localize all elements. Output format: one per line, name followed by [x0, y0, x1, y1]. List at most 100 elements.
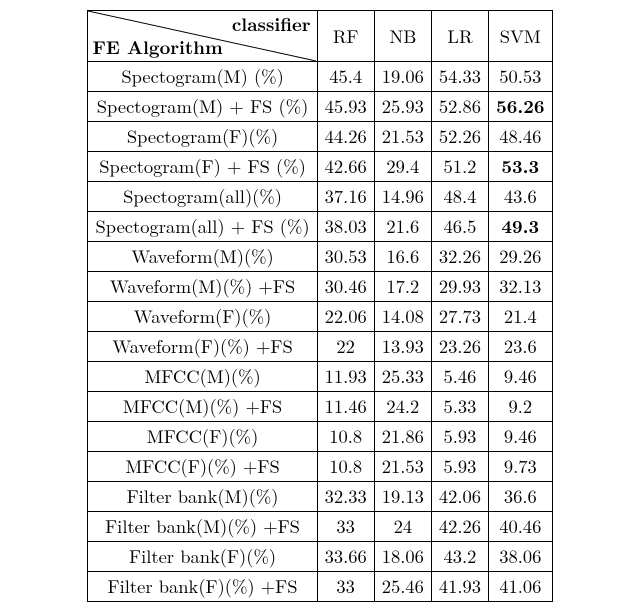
- cell: 22: [317, 332, 374, 362]
- cell: 54.33: [431, 62, 488, 92]
- row-label: Waveform(F)(%) +FS: [88, 332, 317, 362]
- cell: 32.26: [431, 242, 488, 272]
- cell: 42.66: [317, 152, 374, 182]
- cell: 23.26: [431, 332, 488, 362]
- cell: 11.93: [317, 362, 374, 392]
- row-label: Filter bank(M)(%): [88, 482, 317, 512]
- corner-header: classifier FE Algorithm: [88, 11, 317, 62]
- cell: 21.4: [489, 302, 552, 332]
- row-label: MFCC(F)(%): [88, 422, 317, 452]
- cell: 41.93: [431, 572, 488, 602]
- row-label: Spectogram(all) + FS (%): [88, 212, 317, 242]
- cell: 9.46: [489, 422, 552, 452]
- cell: 30.53: [317, 242, 374, 272]
- cell: 25.33: [374, 362, 431, 392]
- cell: 38.06: [489, 542, 552, 572]
- cell: 10.8: [317, 452, 374, 482]
- table-row: Spectogram(F)(%)44.2621.5352.2648.46: [88, 122, 552, 152]
- cell: 11.46: [317, 392, 374, 422]
- header-classifier: classifier: [232, 11, 311, 37]
- cell: 33: [317, 572, 374, 602]
- cell: 16.6: [374, 242, 431, 272]
- table-row: Spectogram(all) + FS (%)38.0321.646.549.…: [88, 212, 552, 242]
- results-table: classifier FE Algorithm RF NB LR SVM Spe…: [87, 10, 552, 602]
- cell: 48.4: [431, 182, 488, 212]
- col-header: SVM: [489, 11, 552, 62]
- col-header: NB: [374, 11, 431, 62]
- cell: 38.03: [317, 212, 374, 242]
- cell: 50.53: [489, 62, 552, 92]
- cell: 21.53: [374, 122, 431, 152]
- table-row: Spectogram(M) + FS (%)45.9325.9352.8656.…: [88, 92, 552, 122]
- cell: 5.93: [431, 452, 488, 482]
- header-row: classifier FE Algorithm RF NB LR SVM: [88, 11, 552, 62]
- cell: 32.13: [489, 272, 552, 302]
- row-label: MFCC(M)(%) +FS: [88, 392, 317, 422]
- cell: 22.06: [317, 302, 374, 332]
- table-row: Spectogram(all)(%)37.1614.9648.443.6: [88, 182, 552, 212]
- cell: 32.33: [317, 482, 374, 512]
- row-label: MFCC(F)(%) +FS: [88, 452, 317, 482]
- cell: 17.2: [374, 272, 431, 302]
- cell: 37.16: [317, 182, 374, 212]
- col-header: RF: [317, 11, 374, 62]
- cell: 51.2: [431, 152, 488, 182]
- row-label: Waveform(F)(%): [88, 302, 317, 332]
- table-row: Waveform(M)(%) +FS30.4617.229.9332.13: [88, 272, 552, 302]
- cell: 53.3: [489, 152, 552, 182]
- cell: 9.73: [489, 452, 552, 482]
- row-label: Spectogram(all)(%): [88, 182, 317, 212]
- cell: 5.93: [431, 422, 488, 452]
- cell: 25.93: [374, 92, 431, 122]
- cell: 21.6: [374, 212, 431, 242]
- row-label: Spectogram(M) + FS (%): [88, 92, 317, 122]
- cell: 5.33: [431, 392, 488, 422]
- table-row: Filter bank(F)(%) +FS3325.4641.9341.06: [88, 572, 552, 602]
- table-row: Waveform(F)(%)22.0614.0827.7321.4: [88, 302, 552, 332]
- cell: 19.06: [374, 62, 431, 92]
- row-label: Filter bank(F)(%): [88, 542, 317, 572]
- cell: 33: [317, 512, 374, 542]
- row-label: Spectogram(F) + FS (%): [88, 152, 317, 182]
- cell: 56.26: [489, 92, 552, 122]
- cell: 41.06: [489, 572, 552, 602]
- cell: 21.53: [374, 452, 431, 482]
- cell: 14.96: [374, 182, 431, 212]
- row-label: MFCC(M)(%): [88, 362, 317, 392]
- cell: 27.73: [431, 302, 488, 332]
- cell: 5.46: [431, 362, 488, 392]
- cell: 29.26: [489, 242, 552, 272]
- cell: 33.66: [317, 542, 374, 572]
- cell: 29.93: [431, 272, 488, 302]
- cell: 29.4: [374, 152, 431, 182]
- cell: 40.46: [489, 512, 552, 542]
- col-header: LR: [431, 11, 488, 62]
- cell: 45.93: [317, 92, 374, 122]
- header-fe-algorithm: FE Algorithm: [92, 34, 222, 60]
- table-row: Filter bank(M)(%)32.3319.1342.0636.6: [88, 482, 552, 512]
- cell: 30.46: [317, 272, 374, 302]
- row-label: Filter bank(F)(%) +FS: [88, 572, 317, 602]
- cell: 48.46: [489, 122, 552, 152]
- cell: 49.3: [489, 212, 552, 242]
- cell: 24: [374, 512, 431, 542]
- row-label: Spectogram(M) (%): [88, 62, 317, 92]
- row-label: Waveform(M)(%) +FS: [88, 272, 317, 302]
- cell: 14.08: [374, 302, 431, 332]
- cell: 43.2: [431, 542, 488, 572]
- cell: 43.6: [489, 182, 552, 212]
- cell: 25.46: [374, 572, 431, 602]
- row-label: Filter bank(M)(%) +FS: [88, 512, 317, 542]
- cell: 19.13: [374, 482, 431, 512]
- table-row: Waveform(M)(%)30.5316.632.2629.26: [88, 242, 552, 272]
- cell: 52.86: [431, 92, 488, 122]
- cell: 24.2: [374, 392, 431, 422]
- cell: 18.06: [374, 542, 431, 572]
- cell: 52.26: [431, 122, 488, 152]
- table-row: Filter bank(F)(%)33.6618.0643.238.06: [88, 542, 552, 572]
- cell: 9.2: [489, 392, 552, 422]
- table-row: Filter bank(M)(%) +FS332442.2640.46: [88, 512, 552, 542]
- table-row: MFCC(F)(%) +FS10.821.535.939.73: [88, 452, 552, 482]
- cell: 42.06: [431, 482, 488, 512]
- row-label: Spectogram(F)(%): [88, 122, 317, 152]
